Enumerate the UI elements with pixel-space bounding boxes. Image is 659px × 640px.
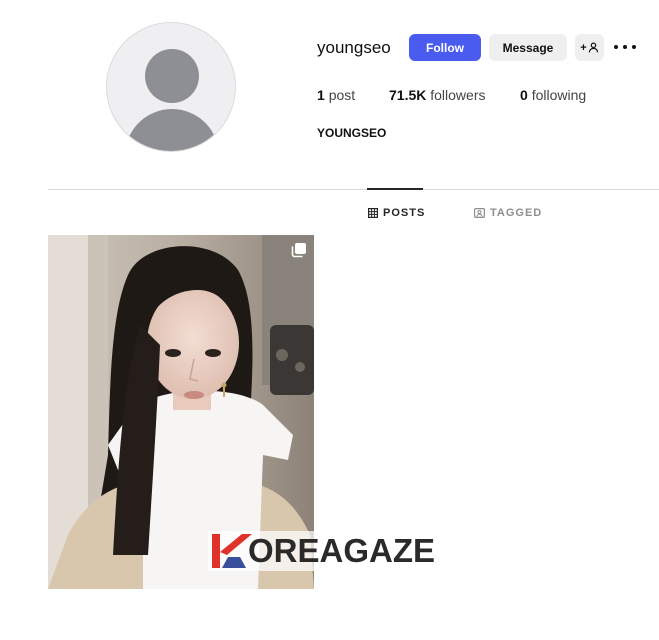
- profile-username: youngseo: [317, 38, 391, 57]
- tabs-divider: [48, 189, 659, 190]
- followers-stat[interactable]: 71.5K followers: [389, 86, 486, 104]
- following-stat[interactable]: 0 following: [520, 86, 586, 104]
- message-button[interactable]: Message: [489, 34, 567, 61]
- followers-label: followers: [430, 87, 486, 103]
- posts-stat: 1 post: [317, 86, 355, 104]
- following-count: 0: [520, 87, 528, 103]
- tab-tagged[interactable]: TAGGED: [474, 207, 542, 219]
- person-icon: [588, 42, 598, 53]
- multiple-photos-icon: [291, 243, 306, 258]
- active-tab-indicator: [367, 188, 423, 190]
- following-label: following: [531, 87, 587, 103]
- default-avatar-icon: [145, 49, 199, 103]
- watermark: OREAGAZE: [208, 531, 458, 571]
- profile-avatar[interactable]: [106, 22, 236, 152]
- follow-button[interactable]: Follow: [409, 34, 481, 61]
- followers-count: 71.5K: [389, 87, 427, 103]
- tab-posts[interactable]: POSTS: [368, 207, 425, 219]
- posts-label: post: [328, 87, 356, 103]
- profile-full-name: YOUNGSEO: [317, 126, 387, 140]
- grid-icon: [368, 208, 378, 218]
- more-options-icon[interactable]: [614, 38, 636, 56]
- tab-tagged-label: TAGGED: [490, 207, 543, 219]
- plus-label: +: [580, 41, 587, 54]
- watermark-text: OREAGAZE: [248, 532, 436, 569]
- tagged-icon: [474, 208, 485, 218]
- tab-posts-label: POSTS: [383, 207, 426, 219]
- suggest-user-button[interactable]: +: [575, 34, 604, 61]
- avatar-shoulders: [125, 109, 219, 151]
- watermark-logo: [208, 531, 252, 571]
- posts-count: 1: [317, 87, 325, 103]
